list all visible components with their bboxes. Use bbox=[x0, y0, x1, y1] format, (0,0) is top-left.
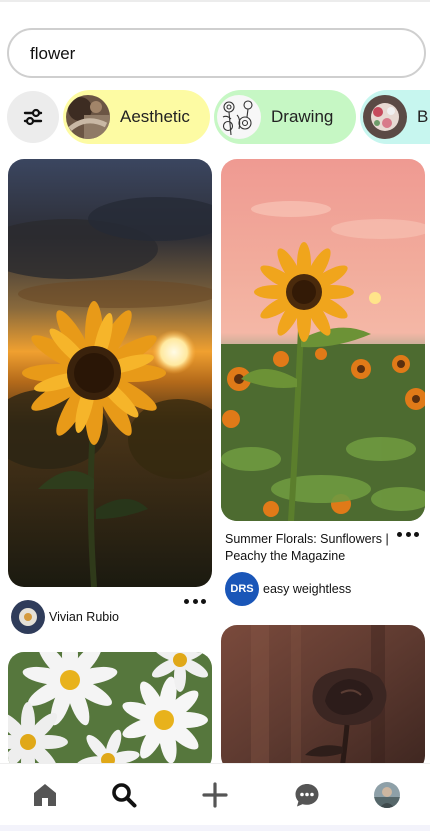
profile-avatar bbox=[374, 782, 400, 808]
author-name: easy weightless bbox=[263, 582, 352, 596]
chip-aesthetic[interactable]: Aesthetic bbox=[63, 90, 210, 144]
home-icon bbox=[34, 784, 56, 806]
pin-more-button[interactable] bbox=[184, 596, 206, 606]
search-icon bbox=[112, 783, 137, 808]
nav-home[interactable] bbox=[30, 780, 60, 810]
author-avatar bbox=[11, 600, 45, 634]
search-input[interactable] bbox=[30, 42, 390, 66]
pin-title[interactable]: Summer Florals: Sunflowers | Peachy the … bbox=[225, 531, 395, 565]
search-bar[interactable] bbox=[7, 28, 426, 78]
pin-image-sunflower-sunset[interactable] bbox=[8, 159, 212, 587]
top-divider bbox=[0, 0, 430, 2]
pin-more-button[interactable] bbox=[397, 529, 419, 539]
nav-create[interactable] bbox=[200, 780, 230, 810]
pin-author[interactable]: DRS easy weightless bbox=[225, 572, 351, 606]
chip-thumbnail bbox=[217, 95, 261, 139]
author-name: Vivian Rubio bbox=[49, 610, 119, 624]
pin-author[interactable]: Vivian Rubio bbox=[11, 600, 119, 634]
chip-thumbnail bbox=[66, 95, 110, 139]
bottom-nav bbox=[0, 763, 430, 825]
filter-chips-row: Aesthetic Drawing B bbox=[0, 90, 430, 144]
author-avatar-text: DRS bbox=[230, 583, 254, 595]
chip-label: Drawing bbox=[271, 107, 334, 126]
chip-drawing[interactable]: Drawing bbox=[214, 90, 356, 144]
plus-icon bbox=[202, 782, 228, 808]
chip-b[interactable]: B bbox=[360, 90, 430, 144]
nav-search[interactable] bbox=[109, 780, 139, 810]
pin-image-sunflower-field[interactable] bbox=[221, 159, 425, 521]
pin-image-rose[interactable] bbox=[221, 625, 425, 772]
filter-sliders-icon bbox=[23, 108, 43, 126]
chat-icon bbox=[295, 784, 319, 807]
filter-button[interactable] bbox=[7, 91, 59, 143]
nav-profile[interactable] bbox=[372, 780, 402, 810]
chip-label: Aesthetic bbox=[120, 107, 190, 126]
nav-messages[interactable] bbox=[292, 780, 322, 810]
pin-image-daisies[interactable] bbox=[8, 652, 212, 772]
author-avatar: DRS bbox=[225, 572, 259, 606]
chip-thumbnail bbox=[363, 95, 407, 139]
system-bottom-bar bbox=[0, 825, 430, 831]
chip-label: B bbox=[417, 107, 429, 126]
